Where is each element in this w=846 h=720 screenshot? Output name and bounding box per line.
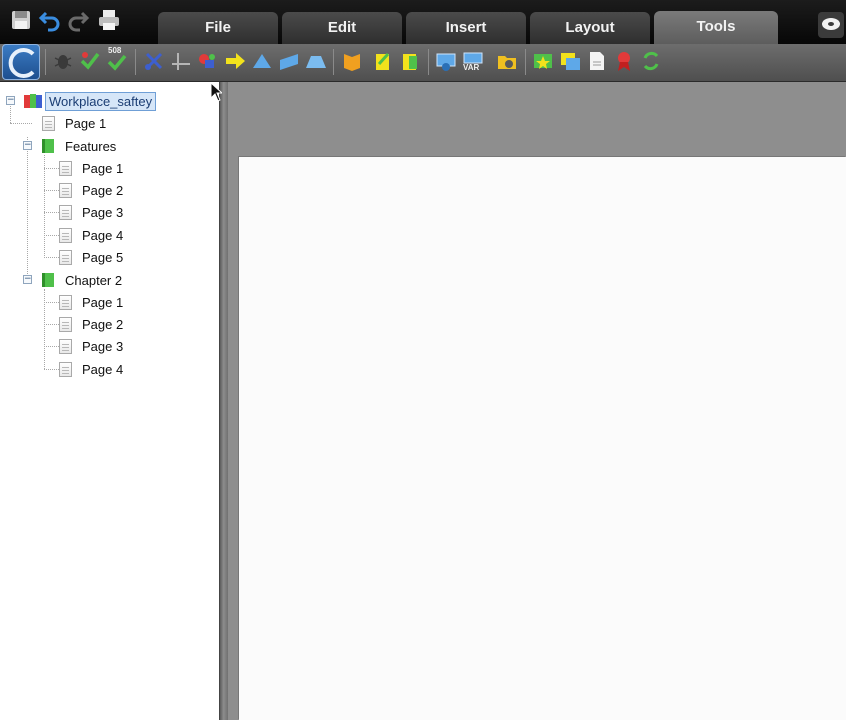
toolbar-separator: [135, 49, 136, 75]
tree-item-label: Page 2: [82, 182, 124, 198]
tree-item-label: Page 2: [82, 316, 124, 332]
tree-item-label: Page 1: [65, 115, 107, 131]
spellcheck-icon[interactable]: [79, 50, 101, 72]
redo-icon[interactable]: [66, 8, 90, 32]
app-logo[interactable]: [2, 44, 40, 80]
chapter-book-icon: [42, 139, 54, 153]
menu-bar: File Edit Insert Layout Tools: [0, 0, 846, 44]
toolbar-separator: [525, 49, 526, 75]
tree-item-label: Page 1: [82, 160, 124, 176]
tree-item-page[interactable]: Page 1: [59, 293, 126, 311]
var-badge: VAR: [463, 63, 480, 72]
tree-item-page[interactable]: Page 3: [59, 337, 126, 355]
page-icon: [59, 338, 72, 354]
tree-item-page[interactable]: Page 4: [59, 360, 126, 378]
project-book-icon: [24, 94, 42, 108]
page-icon: [59, 361, 72, 377]
book-open-icon[interactable]: [341, 50, 363, 72]
tree-item-page[interactable]: Page 1: [59, 159, 126, 177]
tree-item-label: Page 3: [82, 338, 124, 354]
ribbon-award-icon[interactable]: [613, 50, 635, 72]
recycle-arrows-icon[interactable]: [640, 50, 662, 72]
parallelogram-icon[interactable]: [278, 50, 300, 72]
page-icon: [59, 249, 72, 265]
tree-item-page[interactable]: Page 4: [59, 226, 126, 244]
save-icon[interactable]: [9, 8, 33, 32]
chapter-icon[interactable]: [399, 50, 421, 72]
page-icon: [59, 294, 72, 310]
speech-bubble-icon: [822, 18, 840, 30]
page-edit-icon[interactable]: [372, 50, 394, 72]
window-globe-icon[interactable]: [435, 50, 457, 72]
tree-item-label: Page 4: [82, 227, 124, 243]
document-icon[interactable]: [586, 50, 608, 72]
tree-item-page[interactable]: Page 1: [42, 114, 109, 132]
tree-item-label: Page 5: [82, 249, 124, 265]
tree-root-label: Workplace_saftey: [45, 91, 157, 111]
collapse-toggle[interactable]: −: [6, 96, 15, 105]
toolbar-separator: [45, 49, 46, 75]
arrow-right-icon[interactable]: [224, 50, 246, 72]
tree-item-chapter-features[interactable]: Features: [40, 137, 119, 155]
image-star-icon[interactable]: [532, 50, 554, 72]
508-badge: 508: [108, 46, 122, 55]
align-grid-icon[interactable]: [170, 50, 192, 72]
project-tree-panel: [0, 82, 220, 720]
tools-toolbar: 508 VAR: [0, 44, 846, 82]
print-icon[interactable]: [97, 8, 121, 32]
tree-item-page[interactable]: Page 2: [59, 181, 126, 199]
tools-icon[interactable]: [143, 50, 165, 72]
trapezoid-icon[interactable]: [305, 50, 327, 72]
tab-file[interactable]: File: [158, 12, 278, 44]
tree-item-page[interactable]: Page 5: [59, 248, 126, 266]
collapse-toggle[interactable]: −: [23, 275, 32, 284]
tree-item-page[interactable]: Page 3: [59, 203, 126, 221]
logo-swoosh-icon: [8, 48, 35, 78]
tree-root-project[interactable]: Workplace_saftey: [23, 91, 157, 111]
triangle-icon[interactable]: [251, 50, 273, 72]
page-canvas[interactable]: [239, 157, 846, 720]
panel-splitter[interactable]: [219, 82, 228, 720]
page-icon: [59, 316, 72, 332]
tab-edit[interactable]: Edit: [282, 12, 402, 44]
page-icon: [59, 182, 72, 198]
bug-icon[interactable]: [52, 50, 74, 72]
folder-settings-icon[interactable]: [496, 50, 518, 72]
toolbar-separator: [428, 49, 429, 75]
page-icon: [59, 160, 72, 176]
tab-insert[interactable]: Insert: [406, 12, 526, 44]
tree-item-chapter-2[interactable]: Chapter 2: [40, 271, 125, 289]
tab-tools[interactable]: Tools: [654, 11, 778, 44]
section-508-check-button[interactable]: 508: [106, 46, 128, 72]
page-icon: [59, 204, 72, 220]
tree-item-label: Page 4: [82, 361, 124, 377]
tab-layout[interactable]: Layout: [530, 12, 650, 44]
shapes-icon[interactable]: [196, 50, 218, 72]
collapse-toggle[interactable]: −: [23, 141, 32, 150]
mouse-cursor-icon: [210, 82, 222, 102]
tree-item-label: Chapter 2: [65, 272, 123, 288]
tree-item-page[interactable]: Page 2: [59, 315, 126, 333]
chat-button[interactable]: [818, 12, 844, 38]
variables-button[interactable]: VAR: [462, 50, 484, 72]
toolbar-separator: [333, 49, 334, 75]
gallery-icon[interactable]: [559, 50, 581, 72]
tree-item-label: Page 1: [82, 294, 124, 310]
page-icon: [59, 227, 72, 243]
page-icon: [42, 115, 55, 131]
tree-item-label: Features: [65, 138, 117, 154]
chapter-book-icon: [42, 273, 54, 287]
undo-icon[interactable]: [38, 8, 62, 32]
tree-item-label: Page 3: [82, 204, 124, 220]
